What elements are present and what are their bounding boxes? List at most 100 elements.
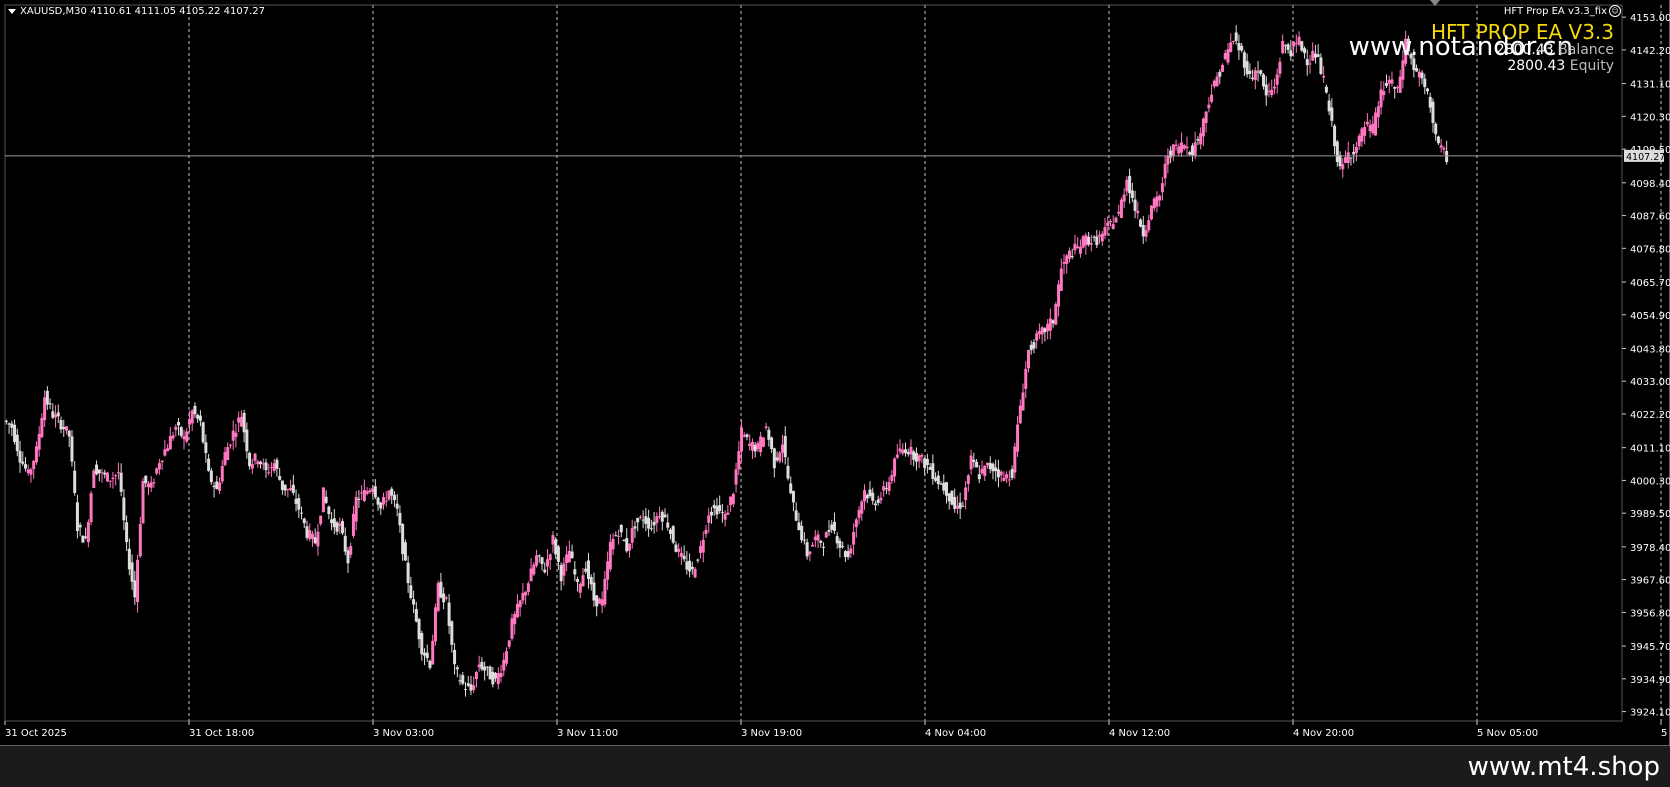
candle-body	[914, 452, 918, 462]
candle-body	[261, 463, 265, 465]
candle-body	[955, 505, 959, 509]
candle-body	[554, 539, 558, 555]
candle-body	[827, 530, 831, 532]
candle-body	[1283, 45, 1287, 47]
watermark-mt4shop: www.mt4.shop	[1467, 752, 1660, 782]
candle-body	[649, 528, 653, 530]
candle-body	[1122, 194, 1126, 202]
candle-body	[234, 432, 238, 437]
candle-body	[428, 660, 432, 668]
chevron-down-icon[interactable]	[8, 8, 16, 14]
candle-body	[56, 412, 60, 417]
candle-body	[611, 538, 615, 550]
candle-body	[1171, 144, 1175, 156]
candle-body	[168, 436, 172, 450]
candle-body	[371, 488, 375, 492]
candle-body	[775, 457, 779, 461]
candle-body	[29, 469, 33, 475]
candle-body	[1054, 304, 1058, 325]
candle-body	[1442, 147, 1446, 150]
candle-body	[1270, 89, 1274, 95]
candle-body	[1426, 88, 1430, 92]
candle-body	[138, 523, 142, 557]
candle-body	[308, 530, 312, 539]
y-tick-label: 4054.90	[1630, 311, 1670, 322]
candle-body	[160, 460, 164, 463]
candle-body	[904, 449, 908, 453]
candle-body	[32, 460, 36, 469]
x-tick-label: 3 Nov 11:00	[557, 728, 618, 739]
candle-body	[1330, 107, 1334, 121]
candle-body	[349, 546, 353, 555]
candle-body	[977, 474, 981, 480]
y-tick-label: 4065.70	[1630, 278, 1670, 289]
candle-body	[985, 462, 989, 466]
candle-body	[696, 559, 700, 561]
candle-body	[712, 504, 716, 509]
candle-body	[898, 448, 902, 452]
candle-body	[177, 422, 181, 426]
candle-body	[934, 477, 938, 481]
candle-body	[226, 447, 230, 461]
candle-body	[524, 591, 528, 596]
candle-body	[1313, 53, 1317, 58]
candle-body	[1360, 128, 1364, 142]
candle-body	[1333, 125, 1337, 147]
candle-body	[1024, 368, 1028, 389]
candle-body	[450, 621, 454, 645]
candle-body	[800, 525, 804, 541]
candle-body	[638, 516, 642, 518]
candle-body	[248, 452, 252, 467]
candle-body	[636, 517, 640, 523]
candle-body	[488, 666, 492, 680]
candle-body	[209, 470, 213, 483]
candle-body	[141, 480, 145, 524]
candle-body	[688, 560, 692, 572]
candle-body	[37, 433, 41, 450]
candle-body	[794, 510, 798, 521]
candle-body	[535, 555, 539, 566]
candle-body	[1182, 145, 1186, 149]
candle-body	[485, 666, 489, 668]
candle-body	[617, 535, 621, 537]
candle-body	[84, 536, 88, 538]
candle-body	[1005, 474, 1009, 479]
candle-body	[1322, 75, 1326, 78]
candle-body	[1095, 236, 1099, 246]
chart-window[interactable]: 31 Oct 2025 31 Oct 18:00 3 Nov 03:00 3 Nov …	[0, 0, 1670, 746]
candle-body	[1103, 227, 1107, 236]
candle-body	[395, 503, 399, 509]
smiley-icon: ☺	[1609, 5, 1621, 17]
candle-body	[1253, 70, 1257, 81]
candle-body	[1385, 83, 1389, 86]
candle-body	[1344, 157, 1348, 164]
candle-body	[469, 684, 473, 691]
candle-body	[1032, 342, 1036, 349]
candle-body	[250, 464, 254, 469]
candle-body	[34, 446, 38, 463]
y-tick-label: 4142.20	[1630, 46, 1670, 57]
candle-body	[152, 482, 156, 484]
candle-body	[439, 581, 443, 598]
candle-body	[884, 488, 888, 490]
y-tick-label: 4098.40	[1630, 179, 1670, 190]
candle-body	[532, 564, 536, 575]
candle-body	[677, 548, 681, 552]
candle-body	[75, 502, 79, 532]
y-tick-label: 3945.70	[1630, 642, 1670, 653]
candle-body	[1141, 225, 1145, 237]
candle-body	[1352, 151, 1356, 155]
price-chart[interactable]: 31 Oct 2025 31 Oct 18:00 3 Nov 03:00 3 Nov …	[0, 0, 1670, 746]
candle-body	[1264, 84, 1268, 96]
candle-body	[764, 426, 768, 428]
candle-body	[228, 444, 232, 446]
candle-body	[1335, 141, 1339, 162]
candle-body	[1062, 262, 1066, 264]
candle-body	[1002, 477, 1006, 481]
candle-body	[1078, 246, 1082, 254]
candle-body	[1365, 121, 1369, 125]
candle-body	[1016, 424, 1020, 452]
candle-body	[1051, 320, 1055, 324]
candle-body	[360, 492, 364, 494]
candle-body	[1212, 80, 1216, 87]
